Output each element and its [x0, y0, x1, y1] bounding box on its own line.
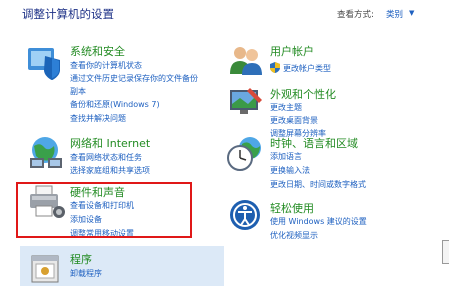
highlight-annotation-box: [16, 182, 192, 238]
globe-network-icon: [30, 137, 62, 168]
category-title-network[interactable]: 网络和 Internet: [70, 135, 150, 151]
link-file-history[interactable]: 通过文件历史记录保存你的文件备份: [70, 73, 198, 84]
link-uninstall-program[interactable]: 卸载程序: [70, 268, 102, 279]
category-title-ease[interactable]: 轻松使用: [270, 200, 314, 216]
users-icon: [230, 47, 262, 75]
category-title-user[interactable]: 用户帐户: [270, 43, 314, 59]
link-backup-restore[interactable]: 备份和还原(Windows 7): [70, 99, 160, 110]
uac-shield-icon: [270, 62, 280, 73]
category-title-programs[interactable]: 程序: [70, 251, 92, 267]
programs-icon: [31, 255, 59, 283]
appearance-icon: [230, 88, 262, 114]
link-homegroup[interactable]: 选择家庭组和共享选项: [70, 165, 150, 176]
ease-of-access-icon: [230, 200, 260, 230]
link-recommended-settings[interactable]: 使用 Windows 建议的设置: [270, 216, 367, 227]
link-network-status[interactable]: 查看网络状态和任务: [70, 152, 142, 163]
clock-globe-icon: [227, 137, 261, 171]
view-by-dropdown[interactable]: 类别: [386, 8, 403, 20]
link-change-theme[interactable]: 更改主题: [270, 102, 302, 113]
link-view-status[interactable]: 查看你的计算机状态: [70, 60, 142, 71]
link-change-input-method[interactable]: 更换输入法: [270, 165, 310, 176]
shield-icon: [28, 48, 60, 80]
link-desktop-background[interactable]: 更改桌面背景: [270, 115, 318, 126]
view-by-label: 查看方式:: [337, 10, 374, 20]
page-title: 调整计算机的设置: [22, 7, 114, 21]
category-title-appearance[interactable]: 外观和个性化: [270, 86, 336, 102]
link-optimize-display[interactable]: 优化视频显示: [270, 230, 318, 241]
link-add-language[interactable]: 添加语言: [270, 151, 302, 162]
chevron-down-icon[interactable]: ▼: [409, 9, 414, 17]
link-change-account-type[interactable]: 更改帐户类型: [283, 63, 331, 74]
category-title-clock[interactable]: 时钟、语言和区域: [270, 135, 358, 151]
link-troubleshoot[interactable]: 查找并解决问题: [70, 113, 126, 124]
link-file-history-copy[interactable]: 副本: [70, 86, 86, 97]
link-date-time-format[interactable]: 更改日期、时间或数字格式: [270, 179, 366, 190]
category-title-system[interactable]: 系统和安全: [70, 43, 125, 59]
scrollbar-stub[interactable]: [442, 240, 449, 264]
